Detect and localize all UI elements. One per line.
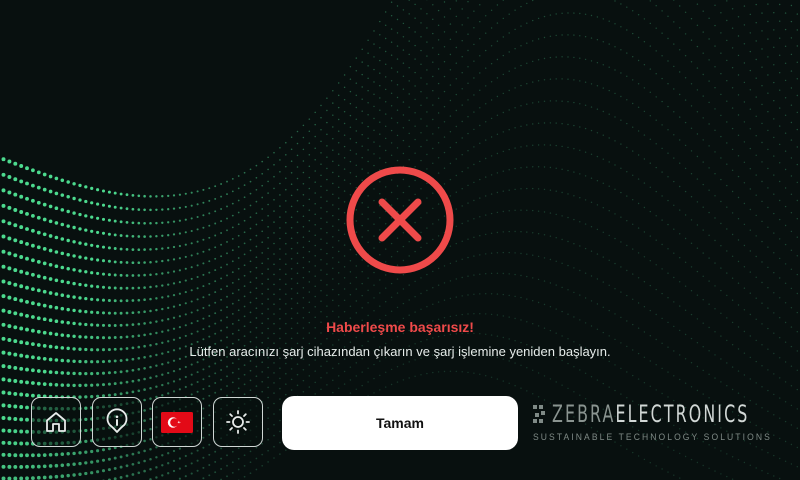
error-title: Haberleşme başarısız! <box>326 319 474 335</box>
zebra-logo-icon <box>533 405 545 423</box>
x-circle-icon <box>346 166 454 274</box>
brand-tagline: SUSTAINABLE TECHNOLOGY SOLUTIONS <box>533 432 772 442</box>
turkey-flag-icon <box>161 411 193 433</box>
brand-name-part2: ELECTRONICS <box>615 400 750 428</box>
brand-name: ZEBRAELECTRONICS <box>552 400 749 428</box>
home-icon <box>46 412 66 432</box>
home-button[interactable] <box>31 397 81 447</box>
info-button[interactable] <box>92 397 142 447</box>
brand-name-part1: ZEBRA <box>552 400 616 428</box>
confirm-button[interactable]: Tamam <box>282 396 518 450</box>
brand-logo: ZEBRAELECTRONICS SUSTAINABLE TECHNOLOGY … <box>532 400 777 448</box>
info-icon <box>106 408 128 433</box>
sun-icon <box>226 410 250 434</box>
language-button[interactable] <box>152 397 202 447</box>
brightness-button[interactable] <box>213 397 263 447</box>
error-message: Lütfen aracınızı şarj cihazından çıkarın… <box>189 344 611 359</box>
